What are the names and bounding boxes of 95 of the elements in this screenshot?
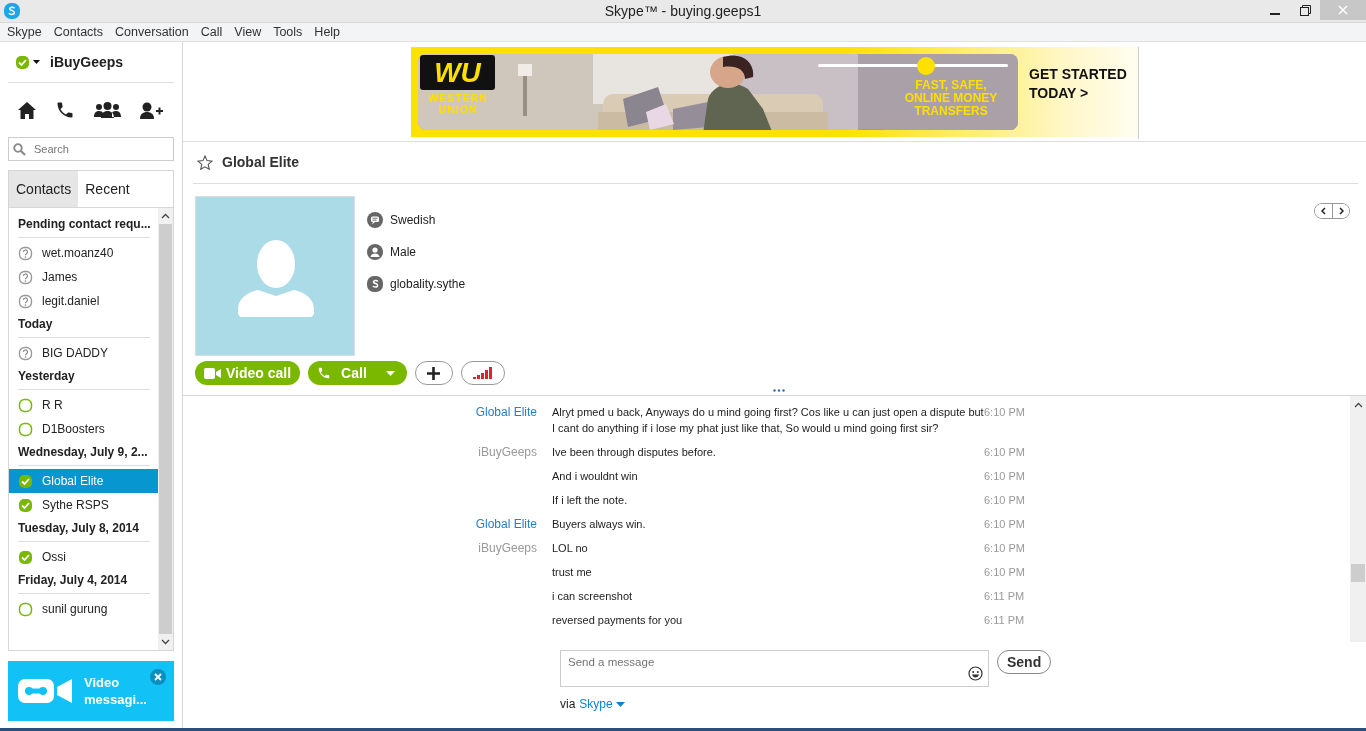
conversation-title: Global Elite <box>222 153 299 172</box>
menu-item[interactable]: Contacts <box>49 22 108 42</box>
caret-icon <box>385 370 395 376</box>
message-time: 6:10 PM <box>984 493 1025 508</box>
menu-item[interactable]: Call <box>196 22 227 42</box>
scroll-up-icon <box>1353 402 1363 408</box>
message-time: 6:11 PM <box>984 589 1025 604</box>
message-text: LOL no <box>552 541 589 556</box>
message-text: Buyers always win. <box>552 517 647 532</box>
chevron-right-icon <box>1338 207 1344 215</box>
call-quality-button[interactable] <box>460 361 505 385</box>
group-header: Friday, July 4, 2014 <box>18 569 150 594</box>
scrollbar[interactable] <box>158 208 173 650</box>
sender-name[interactable]: Global Elite <box>475 405 537 419</box>
speech-bubble-icon <box>367 212 383 228</box>
ad-logo-caption: WESTERN UNION <box>427 93 489 115</box>
group-header: Yesterday <box>18 365 150 390</box>
message-text: trust me <box>552 565 593 580</box>
close-icon[interactable] <box>150 669 166 685</box>
star-icon[interactable] <box>197 155 213 170</box>
message-time: 6:10 PM <box>984 565 1025 580</box>
video-message-icon <box>18 678 72 704</box>
phone-icon <box>317 366 332 380</box>
skype-logo-icon <box>3 2 21 20</box>
scroll-thumb[interactable] <box>1351 564 1365 582</box>
person-icon <box>367 244 383 260</box>
group-icon[interactable] <box>94 102 122 118</box>
contact-item[interactable]: BIG DADDY <box>9 341 158 365</box>
ad-tagline: FAST, SAFE, ONLINE MONEY TRANSFERS <box>903 79 999 118</box>
scroll-thumb[interactable] <box>159 224 172 634</box>
emoji-icon[interactable] <box>968 666 983 681</box>
minimize-icon <box>1270 13 1280 15</box>
message-time: 6:11 PM <box>984 613 1025 628</box>
message-text: Alryt pmed u back, Anyways do u mind going first? Cos like u can just open a dispute but I cant do anything if i lose my phat just like that, So would u mind going first sir? <box>552 405 984 436</box>
caret-icon <box>615 701 625 707</box>
contact-item[interactable]: sunil gurung <box>9 597 158 621</box>
scroll-up-icon <box>161 213 170 219</box>
via-label: via <box>560 696 576 713</box>
home-icon[interactable] <box>17 101 36 119</box>
restore-icon <box>1299 4 1311 16</box>
send-button[interactable]: Send <box>997 650 1052 674</box>
message-text: And i wouldnt win <box>552 469 639 484</box>
search-field[interactable]: Search <box>8 137 174 161</box>
ad-banner[interactable]: WU WESTERN UNION FAST, SAFE, ONLINE MONEY TRANSFERS GET STARTED TODAY > <box>411 47 1138 137</box>
window-title: Skype™ - buying.geeps1 <box>604 1 762 21</box>
contact-item[interactable]: Sythe RSPS <box>9 493 158 517</box>
ad-logo: WU <box>420 55 495 90</box>
contact-item[interactable]: wet.moanz40 <box>9 241 158 265</box>
profile-detail: Swedish <box>390 212 436 229</box>
message-time: 6:10 PM <box>984 445 1025 460</box>
add-button[interactable] <box>414 361 453 385</box>
menu-item[interactable]: Skype <box>3 22 46 42</box>
group-header: Wednesday, July 9, 2... <box>18 441 150 466</box>
group-header: Today <box>18 313 150 338</box>
message-time: 6:10 PM <box>984 469 1025 484</box>
message-time: 6:10 PM <box>984 517 1025 532</box>
menu-item[interactable]: Tools <box>269 22 307 42</box>
chevron-left-icon <box>1321 207 1326 215</box>
video-camera-icon <box>204 367 221 379</box>
promo-text: Video messagi... <box>84 674 148 708</box>
resize-handle-icon[interactable] <box>773 389 785 392</box>
message-field[interactable]: Send a message <box>560 650 989 687</box>
signal-bars-icon <box>472 367 493 379</box>
menu-item[interactable]: Conversation <box>111 22 193 42</box>
group-header: Pending contact requ... <box>18 213 150 238</box>
profile-detail: Male <box>390 244 416 261</box>
ad-call-to-action[interactable]: GET STARTED TODAY > <box>1029 65 1137 103</box>
skype-icon <box>367 276 383 292</box>
group-header: Tuesday, July 8, 2014 <box>18 517 150 542</box>
profile-detail: globality.sythe <box>390 276 466 293</box>
message-text: reversed payments for you <box>552 613 684 628</box>
service-link[interactable]: Skype <box>579 695 625 713</box>
message-text: Ive been through disputes before. <box>552 445 717 460</box>
profile-name[interactable]: iBuyGeeps <box>50 51 124 73</box>
add-contact-icon[interactable] <box>140 101 165 119</box>
menu-item[interactable]: View <box>230 22 266 42</box>
search-icon <box>13 143 26 156</box>
contact-item[interactable]: legit.daniel <box>9 289 158 313</box>
scroll-down-icon <box>161 639 170 645</box>
scrollbar[interactable] <box>1350 396 1366 642</box>
contact-item[interactable]: D1Boosters <box>9 417 158 441</box>
plus-icon <box>427 366 441 380</box>
next-button[interactable] <box>1332 204 1349 218</box>
sender-name[interactable]: Global Elite <box>475 517 537 531</box>
message-time: 6:10 PM <box>984 541 1025 556</box>
message-text: If i left the note. <box>552 493 629 508</box>
contact-item[interactable]: Ossi <box>9 545 158 569</box>
list-tab[interactable]: Contacts <box>9 171 79 207</box>
close-icon <box>1338 5 1348 15</box>
contact-item[interactable]: R R <box>9 393 158 417</box>
caret-icon[interactable] <box>33 60 40 64</box>
message-text: i can screenshot <box>552 589 634 604</box>
contact-item[interactable]: James <box>9 265 158 289</box>
menu-item[interactable]: Help <box>310 22 345 42</box>
message-time: 6:10 PM <box>984 405 1025 420</box>
